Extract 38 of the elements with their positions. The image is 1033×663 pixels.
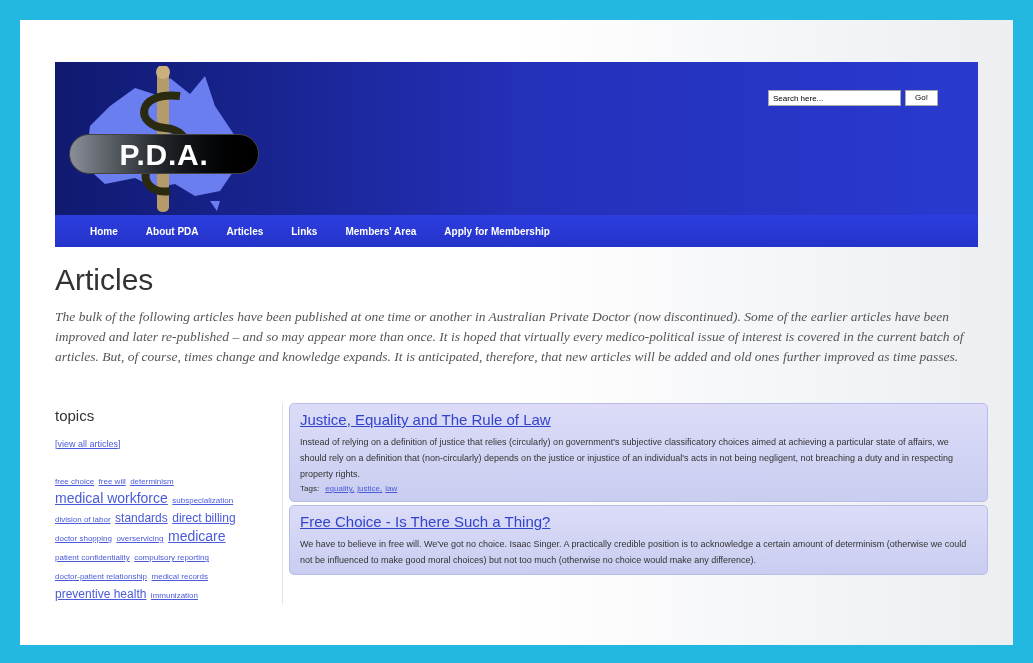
topic-tag[interactable]: medical workforce: [55, 490, 168, 506]
topic-tag[interactable]: division of labor: [55, 515, 111, 524]
topic-tag[interactable]: preventive health: [55, 587, 147, 601]
topic-tag[interactable]: free will: [98, 477, 126, 486]
article-title[interactable]: Justice, Equality and The Rule of Law: [300, 411, 551, 428]
topic-tag[interactable]: free choice: [55, 477, 95, 486]
article-tag[interactable]: equality,: [325, 483, 355, 495]
topic-tag[interactable]: standards: [115, 511, 168, 525]
topic-tag[interactable]: medical records: [151, 572, 208, 581]
topic-tag[interactable]: medicare: [168, 528, 226, 544]
nav-link[interactable]: Apply for Membership: [444, 223, 550, 239]
topic-tag[interactable]: patient confidentiality: [55, 553, 130, 562]
tags-label: Tags:: [300, 483, 320, 495]
logo-text: P.D.A.: [119, 136, 209, 173]
article-tag[interactable]: law: [385, 483, 398, 495]
topic-tag[interactable]: doctor shopping: [55, 534, 112, 543]
page-title: Articles: [55, 265, 155, 295]
topic-tag[interactable]: determinism: [130, 477, 174, 486]
intro-text: The bulk of the following articles have been published at one time or another in Australian Private Doctor (now discontinued). Some of the earlier articles have been improved and later re-published – and so may appear more than once. It is hoped that virtually every medico-political issue of interest is covered in the current batch of articles. But, of course, times change and knowledge expands. It is anticipated, therefore, that new articles will be added and old ones further improved as time passes.: [55, 308, 966, 366]
topic-tag[interactable]: doctor-patient relationship: [55, 572, 148, 581]
nav-link[interactable]: Articles: [226, 223, 264, 239]
topic-tag[interactable]: direct billing: [172, 511, 236, 525]
nav-link[interactable]: About PDA: [145, 223, 199, 239]
article-summary: We have to believe in free will. We've got no choice. Isaac Singer. A practically credible position is to acknowledge a certain amount of determinism (otherwise we could not be influenced to make good moral choices) but not too much (otherwise no choice would make any difference).: [300, 538, 968, 567]
view-all-link[interactable]: [view all articles]: [55, 437, 270, 451]
topic-tag[interactable]: immunization: [150, 591, 198, 600]
nav-link[interactable]: Members' Area: [345, 223, 417, 239]
article-title[interactable]: Free Choice - Is There Such a Thing?: [300, 513, 551, 530]
nav-link[interactable]: Home: [90, 223, 118, 239]
topic-tag[interactable]: compulsory reporting: [134, 553, 209, 562]
search-field[interactable]: Search here...: [768, 90, 901, 106]
search-button[interactable]: Go!: [905, 90, 938, 106]
article-summary: Instead of relying on a definition of justice that relies (circularly) on government's subjective classificatory choices aimed at achieving a particular state of affairs, we should rely on a definition that (non-circularly) depends on the justice or injustice of an individual's acts in not being negligent, not breaching a duty and in respecting property rights.: [300, 436, 955, 481]
topics-heading: topics: [55, 406, 96, 426]
topic-tag[interactable]: subspecialization: [172, 496, 234, 505]
nav-link[interactable]: Links: [291, 223, 318, 239]
topic-tag[interactable]: overservicing: [116, 534, 164, 543]
article-tag[interactable]: justice,: [357, 483, 383, 495]
